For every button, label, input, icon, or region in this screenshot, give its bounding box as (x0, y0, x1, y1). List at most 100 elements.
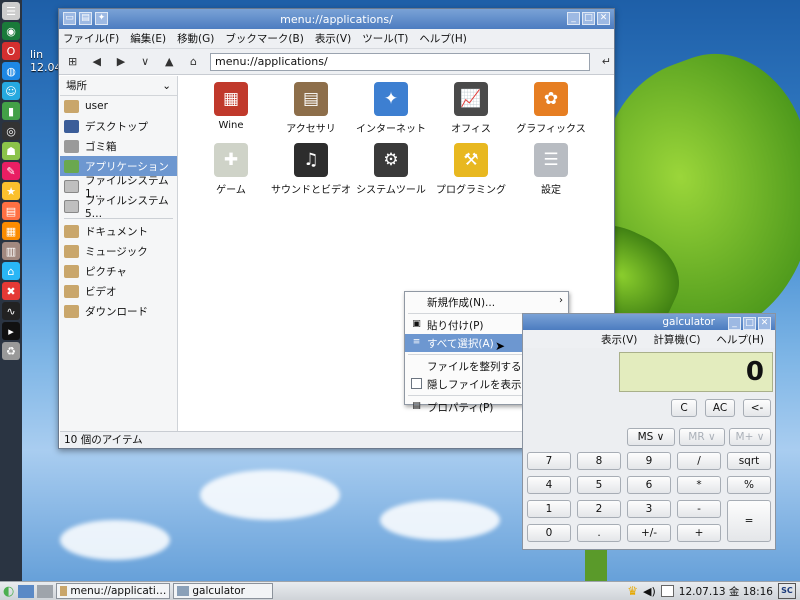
menu-view[interactable]: 表示(V) (315, 31, 351, 46)
digit-4-button[interactable]: 4 (527, 476, 571, 494)
backspace-button[interactable]: <- (743, 399, 771, 417)
multiply-button[interactable]: * (677, 476, 721, 494)
sqrt-button[interactable]: sqrt (727, 452, 771, 470)
monitor-icon[interactable]: ∿ (2, 302, 20, 320)
new-tab-icon[interactable]: ⊞ (65, 54, 80, 70)
menu-edit[interactable]: 編集(E) (130, 31, 166, 46)
menu-go[interactable]: 移動(G) (177, 31, 214, 46)
book-icon[interactable]: ▮ (2, 102, 20, 120)
clock[interactable]: 12.07.13 金 18:16 (679, 584, 773, 599)
chevron-down-icon[interactable]: ⌄ (162, 80, 171, 92)
forward-arrow-icon[interactable]: ▶ (113, 54, 128, 70)
show-desktop-icon[interactable] (18, 584, 35, 598)
sidebar-item-music[interactable]: ミュージック (60, 241, 177, 261)
app-item[interactable]: ✦ インターネット (351, 82, 431, 135)
app-item[interactable]: ✚ ゲーム (191, 143, 271, 196)
terminal-icon[interactable]: ▸ (2, 322, 20, 340)
app-item[interactable]: ☰ 設定 (511, 143, 591, 196)
calendar-icon[interactable]: ▦ (2, 222, 20, 240)
all-clear-button[interactable]: AC (705, 399, 735, 417)
office-icon[interactable]: ▤ (2, 202, 20, 220)
menu-view[interactable]: 表示(V) (601, 332, 637, 347)
digit-5-button[interactable]: 5 (577, 476, 621, 494)
menu-icon[interactable]: ☰ (2, 2, 20, 20)
paint-icon[interactable]: ✎ (2, 162, 20, 180)
sidebar-item-desktop[interactable]: デスクトップ (60, 116, 177, 136)
close-icon[interactable]: ✕ (758, 317, 771, 330)
trash-icon[interactable]: ♻ (2, 342, 20, 360)
sidebar-item-trash[interactable]: ゴミ箱 (60, 136, 177, 156)
menu-bookmarks[interactable]: ブックマーク(B) (225, 31, 303, 46)
sticky-icon[interactable]: ✦ (95, 12, 108, 25)
minimize-icon[interactable]: _ (728, 317, 741, 330)
go-icon[interactable]: ↵ (599, 54, 614, 70)
app-item[interactable]: ♫ サウンドとビデオ (271, 143, 351, 196)
opera-icon[interactable]: O (2, 42, 20, 60)
history-dropdown-icon[interactable]: ∨ (138, 54, 153, 70)
app-item[interactable]: ▤ アクセサリ (271, 82, 351, 135)
digit-7-button[interactable]: 7 (527, 452, 571, 470)
android-icon[interactable]: ☗ (2, 142, 20, 160)
memory-store-button[interactable]: MS ∨ (627, 428, 675, 446)
up-arrow-icon[interactable]: ▲ (162, 54, 177, 70)
app-item[interactable]: ⚙ システムツール (351, 143, 431, 196)
digit-0-button[interactable]: 0 (527, 524, 571, 542)
task-file-manager[interactable]: menu://applicati… (56, 583, 171, 599)
add-button[interactable]: + (677, 524, 721, 542)
maximize-icon[interactable]: □ (743, 317, 756, 330)
sidebar-item-videos[interactable]: ビデオ (60, 281, 177, 301)
percent-button[interactable]: % (727, 476, 771, 494)
menu-tools[interactable]: ツール(T) (362, 31, 408, 46)
negate-button[interactable]: +/- (627, 524, 671, 542)
task-galculator[interactable]: galculator (173, 583, 274, 599)
menu-file[interactable]: ファイル(F) (63, 31, 119, 46)
archive-icon[interactable]: ▥ (2, 242, 20, 260)
equals-button[interactable]: = (727, 500, 771, 542)
app-item[interactable]: 📈 オフィス (431, 82, 511, 135)
divide-button[interactable]: / (677, 452, 721, 470)
app-item[interactable]: ✿ グラフィックス (511, 82, 591, 135)
places-header[interactable]: 場所 ⌄ (60, 76, 177, 96)
menu-calculator[interactable]: 計算機(C) (653, 332, 700, 347)
digit-8-button[interactable]: 8 (577, 452, 621, 470)
globe-icon[interactable]: ◍ (2, 62, 20, 80)
digit-2-button[interactable]: 2 (577, 500, 621, 518)
sidebar-item-documents[interactable]: ドキュメント (60, 221, 177, 241)
crown-icon[interactable]: ♛ (627, 584, 638, 598)
maximize-icon[interactable]: □ (582, 12, 595, 25)
digit-6-button[interactable]: 6 (627, 476, 671, 494)
sidebar-item-downloads[interactable]: ダウンロード (60, 301, 177, 321)
checkbox-icon[interactable] (411, 378, 422, 389)
menu-help[interactable]: ヘルプ(H) (716, 332, 764, 347)
path-input[interactable]: menu://applications/ (210, 52, 590, 71)
digit-9-button[interactable]: 9 (627, 452, 671, 470)
start-menu-icon[interactable]: ◐ (3, 584, 14, 599)
menu-help[interactable]: ヘルプ(H) (419, 31, 467, 46)
menu-item-new[interactable]: 新規作成(N)... › (405, 293, 568, 311)
calendar-icon[interactable] (660, 585, 674, 597)
close-app-icon[interactable]: ✖ (2, 282, 20, 300)
workspace-icon[interactable] (37, 584, 54, 598)
app-item[interactable]: ▦ Wine (191, 82, 271, 135)
clear-button[interactable]: C (671, 399, 697, 417)
memory-recall-button[interactable]: MR ∨ (679, 428, 725, 446)
minimize-icon[interactable]: _ (567, 12, 580, 25)
close-icon[interactable]: ✕ (597, 12, 610, 25)
browser-icon[interactable]: ◉ (2, 22, 20, 40)
calc-titlebar[interactable]: galculator _ □ ✕ (523, 314, 775, 330)
star-icon[interactable]: ★ (2, 182, 20, 200)
fm-titlebar[interactable]: ▭ ▤ ✦ menu://applications/ _ □ ✕ (59, 9, 614, 29)
volume-icon[interactable]: ◀) (643, 585, 656, 598)
back-arrow-icon[interactable]: ◀ (89, 54, 104, 70)
camera-icon[interactable]: ◎ (2, 122, 20, 140)
subtract-button[interactable]: - (677, 500, 721, 518)
network-icon[interactable]: ⌂ (2, 262, 20, 280)
memory-add-button[interactable]: M+ ∨ (729, 428, 771, 446)
desktop-icon-label[interactable]: lin 12.04 (30, 48, 62, 74)
window-menu-icon[interactable]: ▤ (79, 12, 92, 25)
app-item[interactable]: ⚒ プログラミング (431, 143, 511, 196)
chat-icon[interactable]: ☺ (2, 82, 20, 100)
sidebar-item-user[interactable]: user (60, 96, 177, 116)
sidebar-item-filesystem-2[interactable]: ファイルシステム 5… (60, 195, 177, 220)
sidebar-item-pictures[interactable]: ピクチャ (60, 261, 177, 281)
